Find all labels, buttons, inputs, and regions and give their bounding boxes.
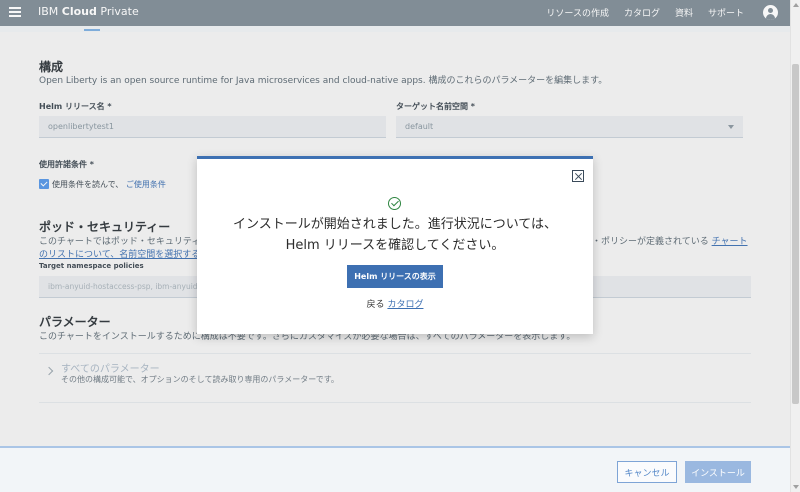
modal-message-line1: インストールが開始されました。進行状況については、 <box>232 217 558 232</box>
view-helm-release-button[interactable]: Helm リリースの表示 <box>347 265 443 288</box>
checkmark-circle-icon <box>388 197 401 210</box>
scroll-thumb[interactable] <box>792 64 799 404</box>
footer-bar: キャンセル インストール <box>0 446 790 492</box>
install-started-modal: インストールが開始されました。進行状況については、 Helm リリースを確認して… <box>197 156 593 334</box>
scroll-down-icon[interactable] <box>793 485 799 489</box>
back-catalog-link[interactable]: カタログ <box>387 300 423 310</box>
scroll-up-icon[interactable] <box>793 3 799 7</box>
cancel-button[interactable]: キャンセル <box>617 461 677 483</box>
modal-message-line2: Helm リリースを確認してください。 <box>285 238 505 253</box>
vertical-scrollbar[interactable] <box>790 0 800 492</box>
back-text: 戻る <box>366 300 385 310</box>
install-button[interactable]: インストール <box>685 461 751 483</box>
close-icon[interactable] <box>572 170 584 182</box>
back-row: 戻る カタログ <box>197 297 593 310</box>
